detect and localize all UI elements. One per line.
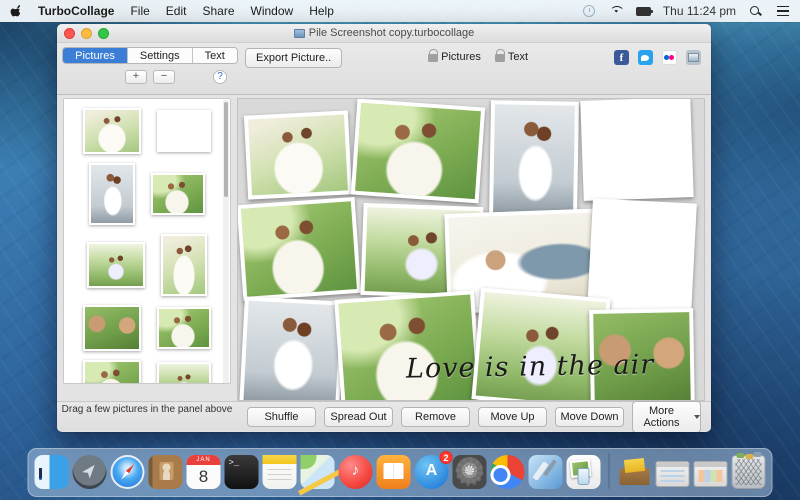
menu-file[interactable]: File (130, 4, 149, 18)
export-picture-button[interactable]: Export Picture.. (245, 48, 342, 68)
facebook-icon[interactable]: f (614, 50, 629, 65)
picture-thumbnail[interactable] (157, 110, 211, 152)
tab-pictures[interactable]: Pictures (63, 48, 128, 63)
app-window: Pile Screenshot copy.turbocollage Pictur… (57, 24, 711, 432)
turbocollage-dock-icon[interactable] (567, 455, 601, 489)
sidebar-scrollbar[interactable] (223, 100, 229, 384)
picture-thumbnail[interactable] (83, 108, 141, 154)
tab-text[interactable]: Text (193, 48, 237, 63)
system-preferences-dock-icon[interactable] (453, 455, 487, 489)
dock: JAN 8 ♪ A 2 (28, 448, 773, 497)
document-icon (294, 29, 305, 38)
menu-app-name[interactable]: TurboCollage (38, 4, 114, 18)
app-store-letter: A (426, 462, 438, 479)
safari-dock-icon[interactable] (111, 455, 145, 489)
window-title: Pile Screenshot copy.turbocollage (309, 27, 475, 39)
notification-center-icon[interactable] (775, 5, 790, 18)
battery-icon[interactable] (636, 5, 651, 18)
tab-settings[interactable]: Settings (128, 48, 193, 63)
picture-thumbnail[interactable] (83, 360, 141, 384)
help-button[interactable]: ? (213, 70, 227, 84)
downloads-dock-icon[interactable] (618, 455, 652, 489)
xcode-dock-icon[interactable] (529, 455, 563, 489)
picture-thumbnail[interactable] (89, 163, 135, 225)
wifi-icon[interactable] (609, 5, 624, 18)
picture-thumbnail[interactable] (157, 362, 211, 384)
picture-thumbnail-panel[interactable] (63, 98, 231, 384)
minimized-window-2[interactable] (694, 461, 728, 487)
spotlight-search-icon[interactable] (748, 5, 763, 18)
time-machine-icon[interactable] (582, 5, 597, 18)
chrome-dock-icon[interactable] (491, 455, 525, 489)
menu-bar: TurboCollage File Edit Share Window Help… (0, 0, 800, 22)
chevron-down-icon (694, 415, 700, 419)
collage-canvas[interactable]: Love is in the air (237, 98, 705, 401)
lock-text-toggle[interactable]: Text (495, 51, 528, 63)
trash-dock-icon[interactable] (732, 455, 766, 489)
itunes-dock-icon[interactable]: ♪ (339, 455, 373, 489)
more-actions-label: More Actions (633, 405, 690, 429)
apple-menu-icon[interactable] (10, 4, 24, 18)
add-picture-button[interactable]: + (125, 70, 147, 84)
lock-pictures-toggle[interactable]: Pictures (428, 51, 481, 63)
calendar-dock-icon[interactable]: JAN 8 (187, 455, 221, 489)
menu-help[interactable]: Help (309, 4, 334, 18)
collage-photo[interactable] (237, 197, 361, 301)
close-window-button[interactable] (64, 28, 75, 39)
dock-separator (609, 453, 610, 489)
collage-photo[interactable] (239, 296, 345, 401)
lock-icon (495, 54, 505, 62)
remove-picture-button[interactable]: − (153, 70, 175, 84)
twitter-icon[interactable] (638, 50, 653, 65)
toolbar: Pictures Settings Text + − ? Export Pict… (57, 43, 711, 95)
window-title-group: Pile Screenshot copy.turbocollage (294, 27, 475, 39)
menu-window[interactable]: Window (251, 4, 294, 18)
more-actions-button[interactable]: More Actions (632, 401, 701, 433)
ibooks-dock-icon[interactable] (377, 455, 411, 489)
move-down-button[interactable]: Move Down (555, 407, 624, 427)
flickr-icon[interactable] (662, 50, 677, 65)
notes-dock-icon[interactable] (263, 455, 297, 489)
picture-thumbnail[interactable] (151, 173, 205, 215)
collage-photo[interactable] (351, 99, 485, 204)
share-icon[interactable] (686, 50, 701, 65)
maps-dock-icon[interactable] (301, 455, 335, 489)
menu-clock[interactable]: Thu 11:24 pm (663, 4, 736, 18)
collage-photo[interactable] (489, 100, 579, 220)
picture-thumbnail[interactable] (157, 307, 211, 349)
lock-pictures-label: Pictures (441, 51, 481, 63)
launchpad-dock-icon[interactable] (73, 455, 107, 489)
finder-dock-icon[interactable] (35, 455, 69, 489)
title-bar[interactable]: Pile Screenshot copy.turbocollage (57, 24, 711, 43)
collage-photo[interactable] (244, 110, 352, 199)
minimize-window-button[interactable] (81, 28, 92, 39)
panel-tabs: Pictures Settings Text (62, 47, 238, 64)
desktop-background: TurboCollage File Edit Share Window Help… (0, 0, 800, 500)
calendar-month-label: JAN (187, 455, 221, 465)
pictures-sidebar: Drag a few pictures in the panel above (57, 95, 237, 401)
move-up-button[interactable]: Move Up (478, 407, 547, 427)
collage-caption-text[interactable]: Love is in the air (406, 348, 705, 384)
shuffle-button[interactable]: Shuffle (247, 407, 316, 427)
collage-photo[interactable] (580, 98, 693, 201)
minimized-window-1[interactable] (656, 461, 690, 487)
spread-out-button[interactable]: Spread Out (324, 407, 393, 427)
app-store-dock-icon[interactable]: A 2 (415, 455, 449, 489)
lock-icon (428, 54, 438, 62)
terminal-dock-icon[interactable] (225, 455, 259, 489)
menu-share[interactable]: Share (202, 4, 234, 18)
picture-thumbnail[interactable] (83, 305, 141, 351)
scrollbar-thumb[interactable] (224, 102, 228, 197)
calendar-day-label: 8 (187, 465, 221, 489)
picture-thumbnail[interactable] (161, 234, 207, 296)
app-store-badge: 2 (439, 451, 452, 464)
zoom-window-button[interactable] (98, 28, 109, 39)
sidebar-hint-text: Drag a few pictures in the panel above (57, 404, 237, 415)
lock-text-label: Text (508, 51, 528, 63)
picture-thumbnail[interactable] (87, 242, 145, 288)
remove-button[interactable]: Remove (401, 407, 470, 427)
menu-edit[interactable]: Edit (166, 4, 187, 18)
contacts-dock-icon[interactable] (149, 455, 183, 489)
